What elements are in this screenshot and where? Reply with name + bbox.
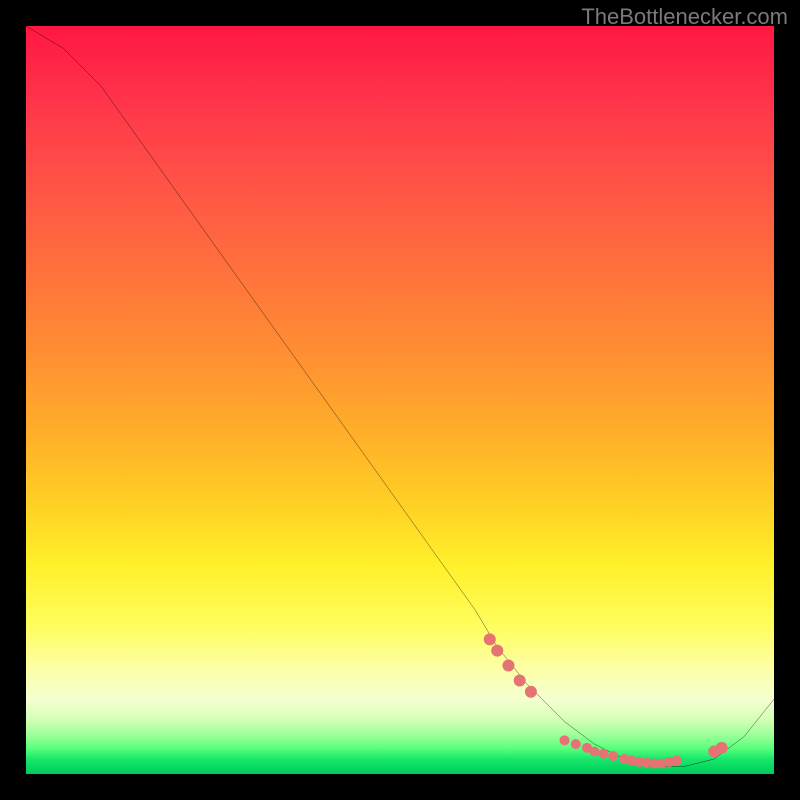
data-marker bbox=[598, 749, 608, 759]
data-marker bbox=[608, 751, 618, 761]
data-marker bbox=[716, 742, 728, 754]
data-marker bbox=[560, 735, 570, 745]
data-marker bbox=[672, 756, 682, 766]
curve-svg bbox=[26, 26, 774, 774]
data-marker bbox=[502, 660, 514, 672]
data-markers-group bbox=[484, 633, 728, 768]
data-marker bbox=[514, 675, 526, 687]
data-marker bbox=[589, 747, 599, 757]
data-marker bbox=[484, 633, 496, 645]
data-marker bbox=[571, 739, 581, 749]
watermark-text: TheBottlenecker.com bbox=[581, 4, 788, 30]
data-marker bbox=[525, 686, 537, 698]
data-marker bbox=[491, 645, 503, 657]
chart-frame: TheBottlenecker.com bbox=[0, 0, 800, 800]
plot-area bbox=[26, 26, 774, 774]
main-curve-path bbox=[26, 26, 774, 767]
